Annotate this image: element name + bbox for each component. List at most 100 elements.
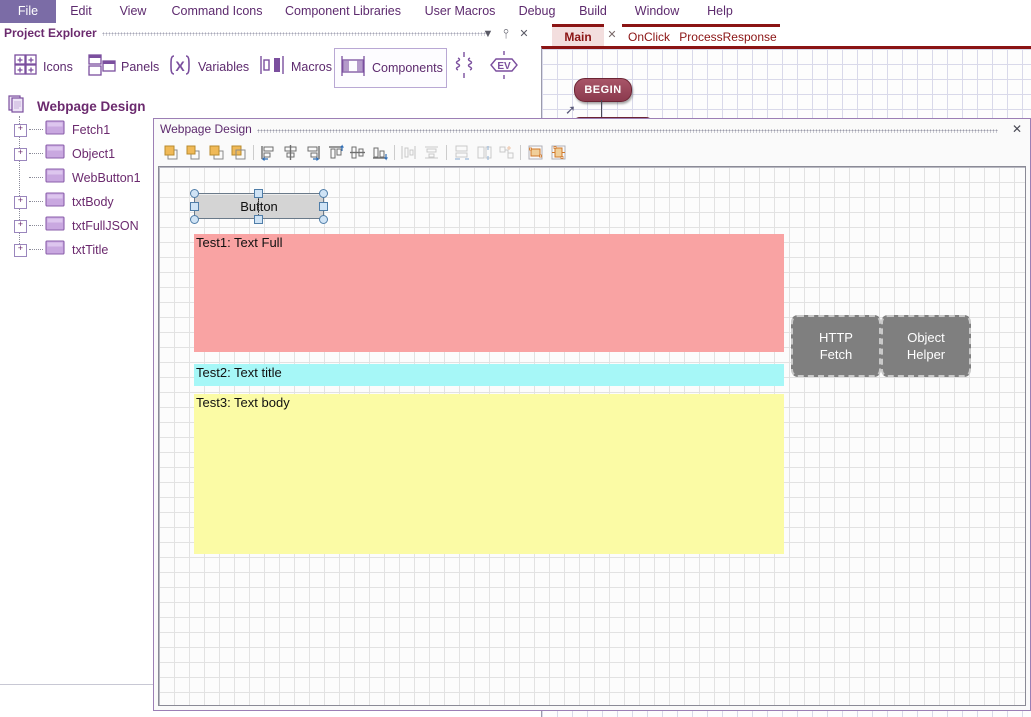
toolbar-separator xyxy=(446,145,447,160)
menu-bar: File Edit View Command Icons Component L… xyxy=(0,0,1031,24)
project-explorer-header: Project Explorer ▼ ⫯ ✕ xyxy=(0,24,535,43)
widget-label-test2[interactable]: Test2: Text title xyxy=(194,364,784,386)
widget-button-label: Button xyxy=(240,198,278,214)
tree-item-webbutton1[interactable]: + WebButton1 xyxy=(14,166,141,190)
widget-label-test3[interactable]: Test3: Text body xyxy=(194,394,784,554)
component-object-helper[interactable]: Object Helper xyxy=(881,315,971,377)
folder-icon xyxy=(45,143,66,165)
menu-item-edit[interactable]: Edit xyxy=(56,0,106,23)
align-right-button[interactable] xyxy=(304,143,323,162)
resize-handle-bottom-center[interactable] xyxy=(254,215,263,224)
application-window: File Edit View Command Icons Component L… xyxy=(0,0,1031,717)
menu-item-help[interactable]: Help xyxy=(694,0,746,23)
menu-item-build[interactable]: Build xyxy=(566,0,620,23)
menu-item-command-icons[interactable]: Command Icons xyxy=(160,0,274,23)
begin-node[interactable]: BEGIN xyxy=(574,78,632,102)
folder-icon xyxy=(45,191,66,213)
tree-item-object1[interactable]: + Object1 xyxy=(14,142,115,166)
tab-main-close-icon[interactable]: ✕ xyxy=(606,28,618,42)
tree-dash xyxy=(29,177,43,179)
resize-handle-top-right[interactable] xyxy=(319,189,328,198)
tree-item-fetch1[interactable]: + Fetch1 xyxy=(14,118,110,142)
tree-item-txttitle[interactable]: + txtTitle xyxy=(14,238,108,262)
same-size-icon xyxy=(499,146,514,159)
folder-icon xyxy=(45,215,66,237)
expand-icon[interactable]: + xyxy=(14,147,27,161)
menu-item-window[interactable]: Window xyxy=(620,0,694,23)
expand-icon[interactable]: + xyxy=(14,195,27,209)
menu-item-file[interactable]: File xyxy=(0,0,56,23)
align-middle-button[interactable] xyxy=(348,143,367,162)
ribbon-item-panels[interactable]: Panels xyxy=(84,48,162,86)
center-horizontally-button[interactable] xyxy=(526,143,545,162)
same-height-button[interactable] xyxy=(475,143,494,162)
ribbon-item-ev[interactable]: EV xyxy=(484,48,528,86)
menu-label: View xyxy=(119,4,147,18)
menu-item-user-macros[interactable]: User Macros xyxy=(412,0,508,23)
tree-item-label: txtBody xyxy=(72,195,114,209)
dropdown-icon[interactable]: ▼ xyxy=(481,27,495,41)
menu-label: File xyxy=(17,4,39,18)
menu-item-debug[interactable]: Debug xyxy=(508,0,566,23)
resize-handle-middle-right[interactable] xyxy=(319,202,328,211)
menu-item-view[interactable]: View xyxy=(106,0,160,23)
expand-icon[interactable]: + xyxy=(14,243,27,257)
align-middle-icon xyxy=(350,146,365,159)
tree-item-txtbody[interactable]: + txtBody xyxy=(14,190,114,214)
resize-handle-top-center[interactable] xyxy=(254,189,263,198)
resize-handle-top-left[interactable] xyxy=(190,189,199,198)
menu-label: User Macros xyxy=(424,4,496,18)
webpage-design-canvas[interactable]: Button Test1: Text Full Test2: Text titl… xyxy=(158,166,1026,706)
widget-label-test1[interactable]: Test1: Text Full xyxy=(194,234,784,352)
menu-item-component-libraries[interactable]: Component Libraries xyxy=(274,0,412,23)
dialog-close-icon[interactable]: ✕ xyxy=(1010,122,1024,136)
expand-icon[interactable]: + xyxy=(14,123,27,137)
dialog-titlebar[interactable]: Webpage Design ✕ xyxy=(154,119,1030,141)
tab-label: Main xyxy=(564,30,592,44)
ribbon-item-macros[interactable]: Macros xyxy=(254,48,335,86)
pin-icon[interactable]: ⫯ xyxy=(499,27,513,41)
same-width-button[interactable] xyxy=(452,143,471,162)
ribbon-item-variables[interactable]: X Variables xyxy=(163,48,252,86)
menu-label: Help xyxy=(707,4,733,18)
distribute-horizontal-button[interactable] xyxy=(399,143,418,162)
webpage-design-dialog[interactable]: Webpage Design ✕ Button Test1: Text Full… xyxy=(153,118,1031,711)
ribbon-item-components[interactable]: Components xyxy=(334,48,447,88)
bring-forward-button[interactable] xyxy=(184,143,203,162)
align-left-button[interactable] xyxy=(258,143,277,162)
menu-label: Edit xyxy=(70,4,92,18)
widget-label-text: Test3: Text body xyxy=(196,395,290,410)
send-backward-button[interactable] xyxy=(207,143,226,162)
tree-item-label: txtFullJSON xyxy=(72,219,139,233)
resize-handle-bottom-left[interactable] xyxy=(190,215,199,224)
component-label-line2: Fetch xyxy=(819,347,853,362)
close-icon[interactable]: ✕ xyxy=(517,27,531,41)
resize-handle-middle-left[interactable] xyxy=(190,202,199,211)
send-to-back-button[interactable] xyxy=(229,143,248,162)
titlebar-grip xyxy=(102,32,487,36)
menu-label: Window xyxy=(634,4,680,18)
center-vertically-button[interactable] xyxy=(549,143,568,162)
align-top-button[interactable] xyxy=(326,143,345,162)
tree-item-txtfulljson[interactable]: + txtFullJSON xyxy=(14,214,139,238)
project-explorer-title: Project Explorer xyxy=(4,26,97,40)
resistor-icon xyxy=(449,50,479,85)
expand-icon[interactable]: + xyxy=(14,219,27,233)
align-bottom-button[interactable] xyxy=(370,143,389,162)
widget-label-text: Test1: Text Full xyxy=(196,235,283,250)
same-size-button[interactable] xyxy=(497,143,516,162)
tree-root-label: Webpage Design xyxy=(37,99,146,114)
ribbon-item-resistor[interactable] xyxy=(446,48,486,86)
component-http-fetch[interactable]: HTTP Fetch xyxy=(791,315,881,377)
menu-label: Component Libraries xyxy=(284,4,402,18)
distribute-vertical-button[interactable] xyxy=(422,143,441,162)
tree-root-webpage-design[interactable]: Webpage Design xyxy=(8,94,146,119)
ribbon-item-icons[interactable]: Icons xyxy=(10,48,76,86)
svg-text:X: X xyxy=(175,58,185,74)
tree-item-label: txtTitle xyxy=(72,243,109,257)
bring-to-front-button[interactable] xyxy=(162,143,181,162)
components-icon xyxy=(338,53,368,84)
align-center-button[interactable] xyxy=(281,143,300,162)
icons-grid-icon xyxy=(13,52,39,83)
resize-handle-bottom-right[interactable] xyxy=(319,215,328,224)
